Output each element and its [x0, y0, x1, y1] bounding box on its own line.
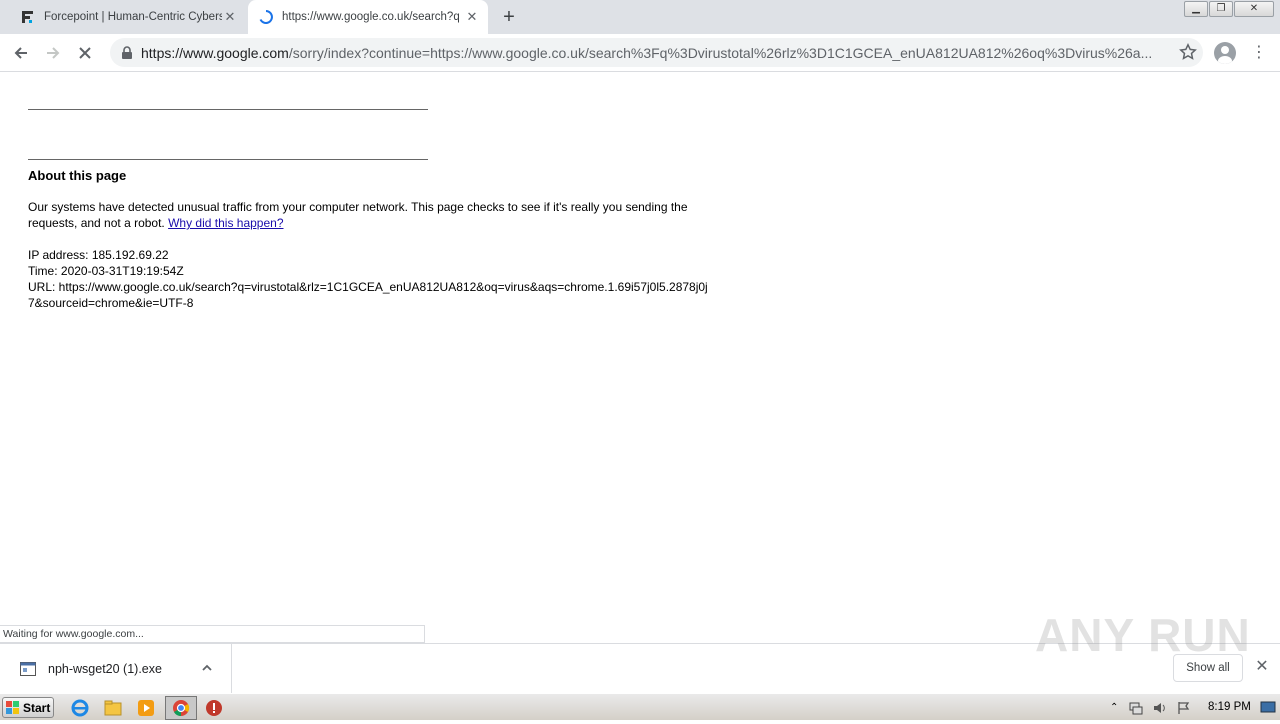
system-tray: ⌃ 8:19 PM — [1104, 694, 1280, 721]
menu-kebab-icon[interactable]: ⋮ — [1250, 42, 1268, 64]
arrow-left-icon — [14, 47, 27, 59]
divider-bottom — [28, 159, 428, 160]
unusual-traffic-message: Our systems have detected unusual traffi… — [28, 199, 728, 231]
lock-icon — [122, 45, 132, 59]
user-icon — [1218, 46, 1232, 64]
back-button[interactable] — [8, 40, 34, 66]
forward-button[interactable] — [40, 40, 66, 66]
volume-icon[interactable] — [1152, 700, 1168, 716]
stop-button[interactable] — [72, 40, 98, 66]
url-path: /sorry/index?continue=https://www.google… — [288, 44, 1153, 61]
request-url: URL: https://www.google.co.uk/search?q=v… — [28, 280, 708, 310]
page-content: About this page Our systems have detecte… — [28, 168, 728, 311]
media-player-icon[interactable] — [136, 698, 156, 718]
tab-close-icon[interactable]: ✕ — [222, 9, 238, 25]
windows-taskbar: Start ⌃ 8:19 PM — [0, 693, 1280, 720]
network-icon[interactable] — [1128, 700, 1144, 716]
minimize-button[interactable]: ▁ — [1184, 1, 1208, 17]
download-item[interactable]: nph-wsget20 (1).exe — [0, 644, 232, 694]
why-did-this-happen-link[interactable]: Why did this happen? — [168, 216, 283, 230]
profile-avatar[interactable] — [1214, 42, 1236, 64]
loading-spinner-icon — [259, 10, 273, 24]
close-shelf-icon[interactable]: ✕ — [1254, 659, 1270, 675]
tab-forcepoint[interactable]: Forcepoint | Human-Centric Cyberse ✕ — [8, 0, 246, 34]
tab-title: https://www.google.co.uk/search?q — [282, 11, 460, 23]
tray-expand-icon[interactable]: ⌃ — [1110, 702, 1118, 713]
start-button[interactable]: Start — [2, 697, 54, 718]
stop-x-icon — [79, 47, 91, 59]
flag-icon[interactable] — [1176, 700, 1192, 716]
tab-google-search[interactable]: https://www.google.co.uk/search?q ✕ — [248, 0, 488, 34]
show-all-button[interactable]: Show all — [1173, 654, 1243, 682]
chrome-taskbar-button[interactable] — [165, 696, 197, 720]
forcepoint-favicon-icon — [22, 11, 33, 23]
stop-sign-icon[interactable] — [204, 698, 224, 718]
browser-toolbar: https://www.google.com/sorry/index?conti… — [0, 34, 1280, 72]
url-host: https://www.google.com — [141, 44, 289, 61]
chevron-up-icon[interactable] — [200, 661, 214, 675]
tab-title: Forcepoint | Human-Centric Cyberse — [44, 11, 222, 23]
bookmark-star-icon[interactable] — [1179, 43, 1197, 61]
ip-address: IP address: 185.192.69.22 — [28, 248, 169, 262]
download-shelf: ANY RUN nph-wsget20 (1).exe Show all ✕ — [0, 609, 1280, 694]
file-explorer-icon[interactable] — [103, 698, 123, 718]
new-tab-button[interactable]: + — [498, 7, 520, 29]
message-text: Our systems have detected unusual traffi… — [28, 200, 688, 230]
address-bar[interactable]: https://www.google.com/sorry/index?conti… — [110, 38, 1203, 67]
start-label: Start — [23, 700, 51, 715]
chrome-icon — [173, 700, 190, 717]
show-desktop-icon[interactable] — [1260, 701, 1276, 715]
tab-close-icon[interactable]: ✕ — [464, 9, 480, 25]
download-filename: nph-wsget20 (1).exe — [48, 662, 162, 676]
arrow-right-icon — [47, 47, 60, 59]
window-close-button[interactable]: ✕ — [1234, 1, 1274, 17]
time-stamp: Time: 2020-03-31T19:19:54Z — [28, 264, 184, 278]
page-heading: About this page — [28, 168, 127, 183]
exe-file-icon — [20, 662, 36, 676]
clock[interactable]: 8:19 PM — [1208, 701, 1251, 713]
tab-strip: Forcepoint | Human-Centric Cyberse ✕ htt… — [0, 0, 1280, 34]
status-bubble: Waiting for www.google.com... — [0, 625, 425, 643]
internet-explorer-icon[interactable] — [70, 698, 90, 718]
divider-top — [28, 109, 428, 110]
windows-logo-icon — [6, 700, 19, 714]
restore-button[interactable]: ❐ — [1209, 1, 1233, 17]
